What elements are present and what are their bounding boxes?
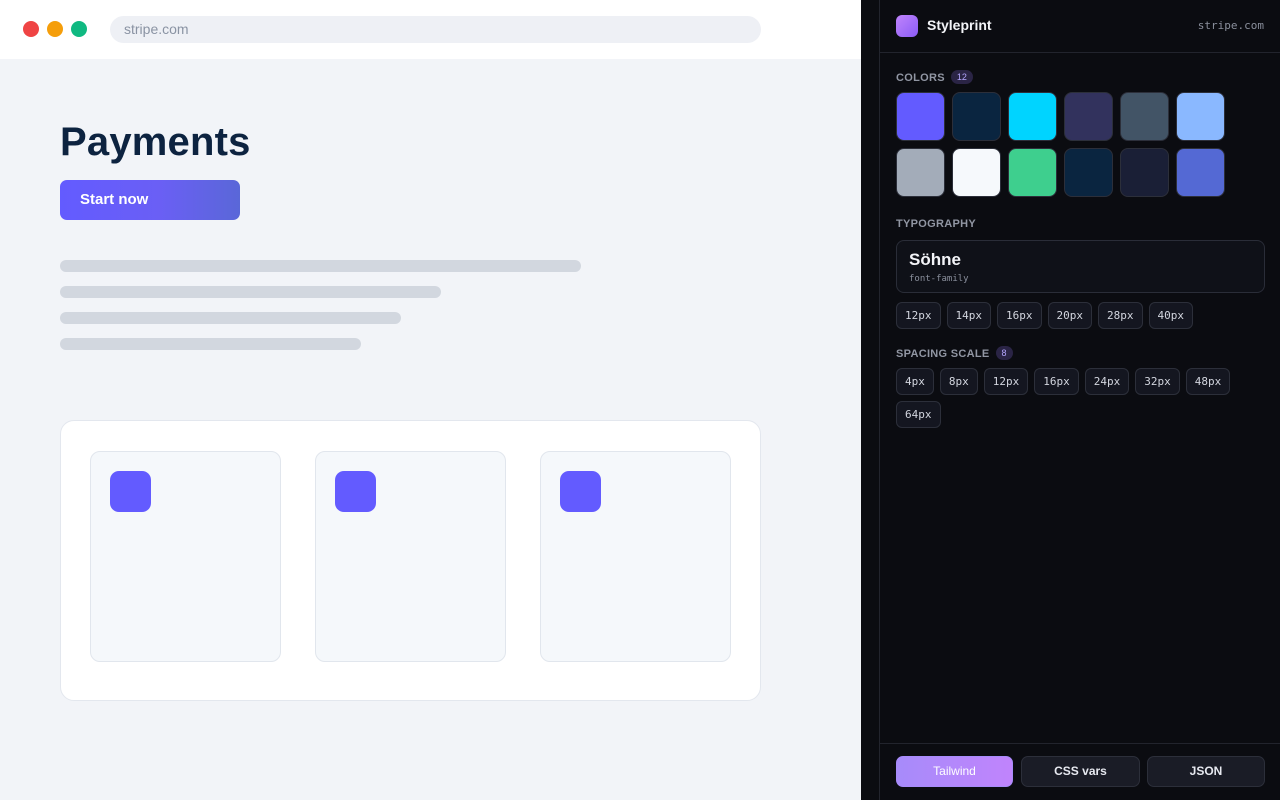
close-window-dot[interactable] [23, 21, 39, 37]
font-size-chip[interactable]: 28px [1098, 302, 1143, 329]
feature-icon [110, 471, 151, 512]
panel-header: Styleprint stripe.com [880, 0, 1280, 53]
color-swatch[interactable] [952, 148, 1001, 197]
address-bar[interactable]: stripe.com [110, 16, 761, 43]
spacing-count-badge: 8 [995, 346, 1013, 360]
spacing-chip[interactable]: 8px [939, 368, 978, 395]
font-family-card[interactable]: Söhne font-family [896, 240, 1265, 293]
text-placeholder-line [60, 260, 581, 272]
panel-divider [861, 0, 880, 800]
font-size-chip[interactable]: 40px [1148, 302, 1193, 329]
feature-card[interactable] [540, 451, 731, 662]
color-swatch[interactable] [1064, 148, 1113, 197]
start-now-button[interactable]: Start now [60, 180, 240, 220]
typography-label: TYPOGRAPHY [896, 218, 977, 230]
export-css-vars-button[interactable]: CSS vars [1021, 756, 1140, 787]
color-swatch[interactable] [1008, 92, 1057, 141]
color-swatch[interactable] [1120, 148, 1169, 197]
color-swatch[interactable] [1008, 148, 1057, 197]
color-swatch[interactable] [896, 92, 945, 141]
spacing-chip[interactable]: 12px [983, 368, 1029, 395]
text-placeholder-line [60, 286, 441, 298]
spacing-chip[interactable]: 4px [896, 368, 934, 395]
color-swatch[interactable] [1176, 148, 1225, 197]
color-swatch[interactable] [1120, 92, 1169, 141]
color-swatch[interactable] [896, 148, 945, 197]
font-size-chip[interactable]: 20px [1047, 302, 1092, 329]
hero-title: Payments [60, 120, 251, 164]
colors-section-label: COLORS 12 [896, 70, 973, 84]
color-swatch[interactable] [952, 92, 1001, 141]
feature-icon [560, 471, 601, 512]
feature-card[interactable] [315, 451, 506, 662]
text-placeholder-line [60, 338, 361, 350]
styleprint-logo-icon [896, 15, 918, 37]
spacing-chips: 4px 8px 12px 16px 24px 32px 48px 64px [896, 368, 1256, 428]
color-swatch[interactable] [1176, 92, 1225, 141]
font-size-chip[interactable]: 16px [997, 302, 1042, 329]
spacing-chip[interactable]: 16px [1034, 368, 1079, 395]
font-family-caption: font-family [909, 274, 969, 284]
app-name: Styleprint [927, 17, 992, 33]
colors-label: COLORS [896, 72, 945, 84]
spacing-chip[interactable]: 48px [1185, 368, 1231, 395]
feature-card[interactable] [90, 451, 281, 662]
spacing-section-label: SPACING SCALE 8 [896, 346, 1013, 360]
font-name: Söhne [909, 250, 961, 269]
feature-icon [335, 471, 376, 512]
feature-card-panel [60, 420, 761, 701]
color-swatch[interactable] [1064, 92, 1113, 141]
spacing-chip[interactable]: 64px [896, 401, 941, 428]
colors-count-badge: 12 [950, 70, 973, 84]
text-placeholder-line [60, 312, 401, 324]
font-size-chip[interactable]: 14px [946, 302, 991, 329]
font-size-chips: 12px 14px 16px 20px 28px 40px [896, 302, 1265, 329]
font-size-chip[interactable]: 12px [896, 302, 941, 329]
styleprint-panel: Styleprint stripe.com COLORS 12 TYPOGRAPH… [880, 0, 1280, 800]
export-bar: Tailwind CSS vars JSON [880, 743, 1280, 800]
minimize-window-dot[interactable] [47, 21, 63, 37]
spacing-chip[interactable]: 32px [1135, 368, 1180, 395]
spacing-chip[interactable]: 24px [1084, 368, 1130, 395]
browser-viewport: stripe.com Payments Start now [0, 0, 861, 800]
maximize-window-dot[interactable] [71, 21, 87, 37]
site-name: stripe.com [1197, 19, 1264, 32]
color-swatch-grid [896, 92, 1236, 197]
export-json-button[interactable]: JSON [1147, 756, 1265, 787]
export-tailwind-button[interactable]: Tailwind [896, 756, 1013, 787]
spacing-label: SPACING SCALE [896, 348, 990, 360]
browser-toolbar: stripe.com [0, 0, 861, 59]
